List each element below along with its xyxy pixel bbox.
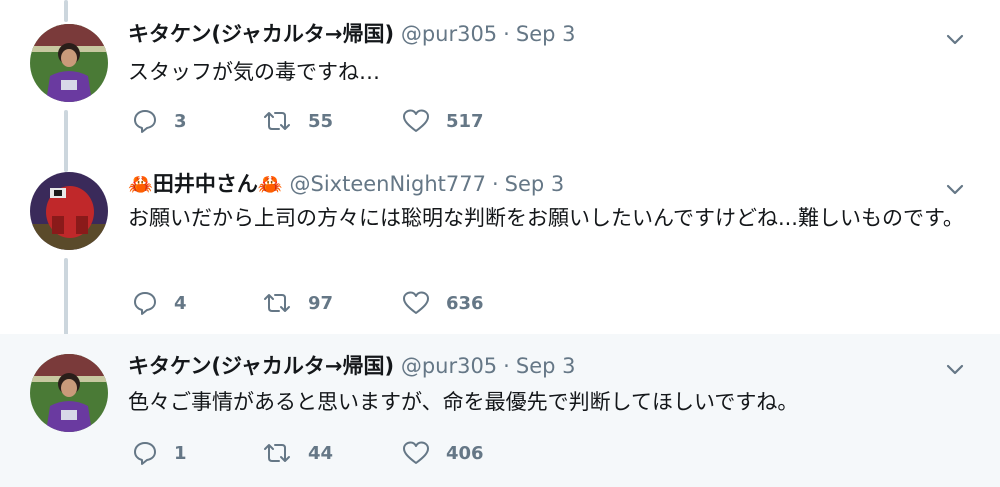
reply-count: 1 (174, 442, 187, 464)
retweet-button[interactable]: 55 (262, 108, 402, 134)
reply-icon (134, 110, 156, 133)
chevron-down-icon[interactable] (944, 28, 966, 50)
reply-icon (134, 442, 156, 465)
like-count: 406 (446, 442, 484, 464)
retweet-icon (264, 112, 290, 130)
retweet-count: 44 (308, 442, 334, 464)
tweet-date[interactable]: Sep 3 (505, 172, 565, 196)
chevron-down-icon[interactable] (944, 178, 966, 200)
tweet-header: 🦀田井中さん🦀 @SixteenNight777 · Sep 3 (128, 170, 564, 198)
user-handle[interactable]: @pur305 (401, 354, 497, 378)
retweet-button[interactable]: 44 (262, 440, 402, 466)
separator: · (503, 22, 510, 46)
tweet-actions: 4 97 636 (132, 288, 542, 318)
reply-icon (134, 292, 156, 315)
like-count: 517 (446, 110, 484, 132)
tweet-item[interactable]: キタケン(ジャカルタ→帰国) @pur305 · Sep 3 色々ご事情があると思い… (0, 334, 1000, 487)
tweet-actions: 1 44 406 (132, 438, 542, 468)
retweet-count: 97 (308, 292, 334, 314)
reply-button[interactable]: 3 (132, 108, 262, 134)
tweet-text: スタッフが気の毒ですね… (128, 60, 380, 84)
display-name[interactable]: キタケン(ジャカルタ→帰国) (128, 354, 394, 378)
heart-icon (403, 291, 429, 314)
retweet-button[interactable]: 97 (262, 290, 402, 316)
user-handle[interactable]: @pur305 (401, 22, 497, 46)
avatar[interactable] (30, 354, 108, 432)
like-button[interactable]: 636 (402, 290, 542, 316)
display-name[interactable]: 田井中さん (153, 172, 258, 196)
reply-count: 4 (174, 292, 187, 314)
tweet-text: お願いだから上司の方々には聡明な判断をお願いしたいんですけどね...難しいもので… (128, 206, 964, 230)
reply-button[interactable]: 4 (132, 290, 262, 316)
like-count: 636 (446, 292, 484, 314)
avatar[interactable] (30, 172, 108, 250)
tweet-item[interactable]: キタケン(ジャカルタ→帰国) @pur305 · Sep 3 スタッフが気の毒ですね… (0, 0, 1000, 160)
retweet-icon (264, 444, 290, 462)
tweet-header: キタケン(ジャカルタ→帰国) @pur305 · Sep 3 (128, 20, 575, 48)
reply-count: 3 (174, 110, 187, 132)
user-handle[interactable]: @SixteenNight777 (290, 172, 486, 196)
tweet-thread: キタケン(ジャカルタ→帰国) @pur305 · Sep 3 スタッフが気の毒ですね… (0, 0, 1000, 487)
tweet-date[interactable]: Sep 3 (516, 22, 576, 46)
like-button[interactable]: 517 (402, 108, 542, 134)
reply-button[interactable]: 1 (132, 440, 262, 466)
separator: · (503, 354, 510, 378)
separator: · (491, 172, 499, 196)
tweet-date[interactable]: Sep 3 (516, 354, 576, 378)
display-name[interactable]: キタケン(ジャカルタ→帰国) (128, 22, 394, 46)
tweet-header: キタケン(ジャカルタ→帰国) @pur305 · Sep 3 (128, 352, 575, 380)
heart-icon (403, 441, 429, 464)
like-button[interactable]: 406 (402, 440, 542, 466)
avatar[interactable] (30, 24, 108, 102)
heart-icon (403, 109, 429, 132)
crab-icon: 🦀 (128, 172, 153, 196)
tweet-actions: 3 55 517 (132, 106, 542, 136)
retweet-count: 55 (308, 110, 334, 132)
retweet-icon (264, 294, 290, 312)
tweet-item[interactable]: 🦀田井中さん🦀 @SixteenNight777 · Sep 3 お願いだから上司の… (0, 160, 1000, 334)
chevron-down-icon[interactable] (944, 358, 966, 380)
tweet-text: 色々ご事情があると思いますが、命を最優先で判断してほしいですね。 (128, 390, 799, 414)
crab-icon: 🦀 (257, 172, 283, 196)
